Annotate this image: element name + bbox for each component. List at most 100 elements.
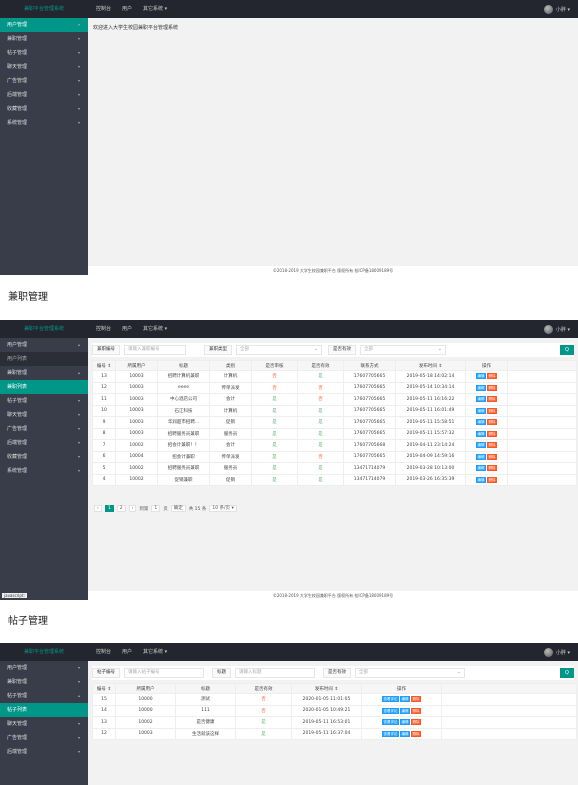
sidebar-item-user-list[interactable]: 用户列表: [0, 352, 88, 366]
edit-button[interactable]: 编辑: [476, 442, 486, 448]
sidebar-item-backend[interactable]: 后端管理 ▾: [0, 745, 88, 759]
edit-button[interactable]: 编辑: [476, 453, 486, 460]
sidebar-item-job-list[interactable]: 兼职列表: [0, 380, 88, 394]
search-button[interactable]: Q: [560, 668, 574, 678]
avatar[interactable]: [543, 4, 553, 14]
col-publish-time[interactable]: 发布时间 ⇕: [291, 683, 362, 694]
sidebar-item-favorites[interactable]: 收藏管理 ▾: [0, 102, 88, 116]
nav-users[interactable]: 用户: [122, 0, 132, 18]
sidebar-item-system[interactable]: 系统管理 ▾: [0, 116, 88, 130]
delete-button[interactable]: 删除: [487, 407, 497, 414]
edit-button[interactable]: 编辑: [476, 373, 486, 379]
edit-button[interactable]: 编辑: [476, 430, 486, 437]
user-menu[interactable]: 小胖 ▾: [556, 649, 570, 656]
job-id-input[interactable]: 请输入兼职编号: [124, 345, 186, 355]
app-logo[interactable]: 兼职平台管理系统: [0, 0, 88, 18]
edit-button[interactable]: 编辑: [476, 419, 486, 425]
delete-button[interactable]: 删除: [487, 465, 497, 471]
delete-button[interactable]: 删除: [487, 430, 497, 437]
view-comments-button[interactable]: 查看评论: [382, 719, 399, 725]
title-input[interactable]: 请输入标题: [235, 668, 315, 678]
valid-select[interactable]: 全部: [360, 345, 446, 355]
sidebar-item-posts[interactable]: 帖子管理 ▾: [0, 46, 88, 60]
nav-other[interactable]: 其它系统 ▾: [143, 0, 167, 18]
edit-button[interactable]: 编辑: [400, 696, 410, 702]
col-id[interactable]: 编号 ⇕: [92, 360, 116, 371]
next-page-button[interactable]: ›: [128, 505, 137, 512]
edit-button[interactable]: 编辑: [400, 719, 410, 725]
delete-button[interactable]: 删除: [487, 476, 497, 483]
job-type-select[interactable]: 全部: [236, 345, 322, 355]
delete-button[interactable]: 删除: [487, 442, 497, 448]
edit-button[interactable]: 编辑: [476, 465, 486, 471]
sidebar-item-backend[interactable]: 后端管理 ▾: [0, 436, 88, 450]
sidebar-item-ads[interactable]: 广告管理 ▾: [0, 74, 88, 88]
page-size-select[interactable]: 10 条/页 ▾: [209, 505, 237, 512]
user-menu[interactable]: 小胖 ▾: [556, 326, 570, 333]
delete-button[interactable]: 删除: [411, 696, 421, 702]
user-menu[interactable]: 小胖 ▾: [556, 6, 570, 13]
sidebar-item-users[interactable]: 用户管理 ▾: [0, 661, 88, 675]
nav-console[interactable]: 控制台: [96, 0, 111, 18]
cell-reviewed: 否: [251, 370, 298, 383]
sidebar-item-users[interactable]: 用户管理 ▴: [0, 338, 88, 352]
nav-other[interactable]: 其它系统 ▾: [143, 320, 167, 338]
delete-button[interactable]: 删除: [487, 396, 497, 402]
nav-console[interactable]: 控制台: [96, 643, 111, 661]
sidebar-item-posts[interactable]: 帖子管理 ▴: [0, 689, 88, 703]
prev-page-button[interactable]: ‹: [94, 505, 102, 512]
sidebar-item-backend[interactable]: 后端管理 ▾: [0, 88, 88, 102]
sidebar-item-users[interactable]: 用户管理 ▾: [0, 18, 88, 32]
view-comments-button[interactable]: 查看评论: [382, 696, 399, 702]
nav-other[interactable]: 其它系统 ▾: [143, 643, 167, 661]
edit-button[interactable]: 编辑: [476, 476, 486, 483]
edit-button[interactable]: 编辑: [476, 396, 486, 402]
delete-button[interactable]: 删除: [487, 419, 497, 425]
sidebar-item-chat[interactable]: 聊天管理 ▾: [0, 408, 88, 422]
cell-actions: 查看评论 编辑 删除: [361, 727, 442, 740]
sidebar-item-jobs[interactable]: 兼职管理 ▴: [0, 366, 88, 380]
delete-button[interactable]: 删除: [487, 384, 497, 391]
sidebar-item-favorites[interactable]: 收藏管理 ▾: [0, 450, 88, 464]
cell-title: eeee: [157, 381, 210, 394]
edit-button[interactable]: 编辑: [476, 384, 486, 391]
delete-button[interactable]: 删除: [411, 719, 421, 725]
valid-select[interactable]: 全部: [355, 668, 465, 678]
search-button[interactable]: Q: [560, 345, 574, 355]
avatar[interactable]: [543, 647, 553, 657]
delete-button[interactable]: 删除: [411, 707, 421, 714]
nav-console[interactable]: 控制台: [96, 320, 111, 338]
page-2-button[interactable]: 2: [116, 505, 126, 512]
nav-users[interactable]: 用户: [122, 320, 132, 338]
page-1-button[interactable]: 1: [104, 505, 114, 512]
app-logo[interactable]: 兼职平台管理系统: [0, 320, 88, 338]
cell-category: 促销: [209, 473, 252, 486]
goto-confirm-button[interactable]: 确定: [170, 505, 186, 512]
nav-users[interactable]: 用户: [122, 643, 132, 661]
col-id[interactable]: 编号 ⇕: [92, 683, 116, 694]
sidebar-item-system[interactable]: 系统管理 ▾: [0, 464, 88, 478]
edit-button[interactable]: 编辑: [400, 707, 410, 714]
sidebar-item-chat[interactable]: 聊天管理 ▾: [0, 60, 88, 74]
cell-publish-time: 2019-05-11 16:37:04: [291, 727, 362, 740]
sidebar-item-jobs[interactable]: 兼职管理 ▾: [0, 675, 88, 689]
edit-button[interactable]: 编辑: [476, 407, 486, 414]
post-id-input[interactable]: 请输入帖子编号: [124, 668, 204, 678]
app-logo[interactable]: 兼职平台管理系统: [0, 643, 88, 661]
view-comments-button[interactable]: 查看评论: [382, 707, 399, 714]
avatar[interactable]: [543, 324, 553, 334]
delete-button[interactable]: 删除: [411, 730, 421, 737]
view-comments-button[interactable]: 查看评论: [382, 730, 399, 737]
sidebar-item-chat[interactable]: 聊天管理 ▾: [0, 717, 88, 731]
sidebar-item-post-list[interactable]: 帖子列表: [0, 703, 88, 717]
col-publish-time[interactable]: 发布时间 ⇕: [395, 360, 466, 371]
edit-button[interactable]: 编辑: [400, 730, 410, 737]
sidebar-item-posts[interactable]: 帖子管理 ▾: [0, 394, 88, 408]
cell-spacer: [507, 450, 577, 463]
delete-button[interactable]: 删除: [487, 453, 497, 460]
sidebar-item-ads[interactable]: 广告管理 ▾: [0, 731, 88, 745]
sidebar-item-jobs[interactable]: 兼职管理 ▾: [0, 32, 88, 46]
goto-page-input[interactable]: 1: [151, 505, 161, 512]
sidebar-item-ads[interactable]: 广告管理 ▾: [0, 422, 88, 436]
delete-button[interactable]: 删除: [487, 373, 497, 379]
